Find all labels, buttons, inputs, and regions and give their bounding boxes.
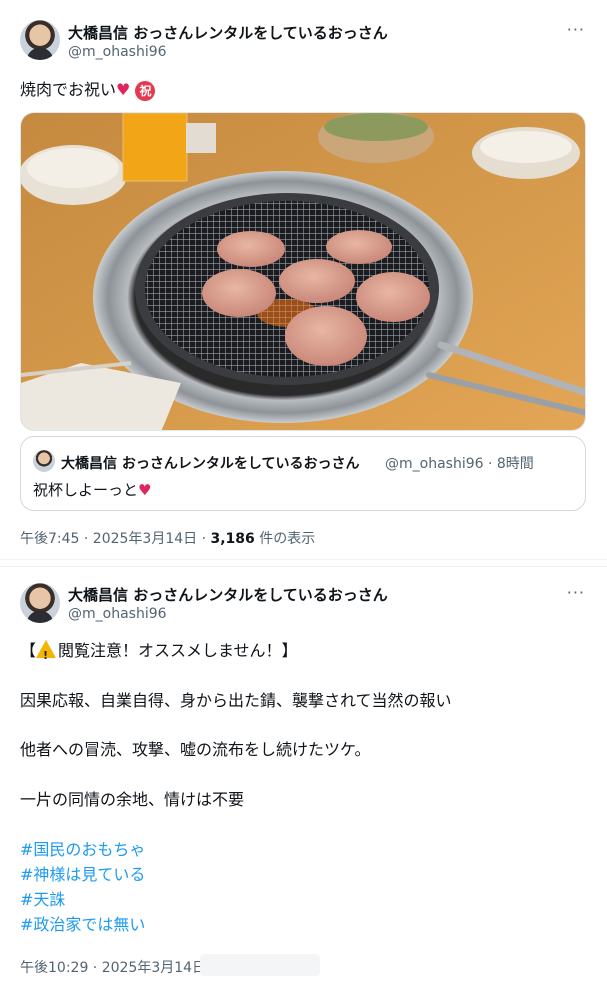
hashtag-link[interactable]: #神様は見ている bbox=[20, 863, 145, 887]
yakiniku-grill-image bbox=[21, 113, 585, 430]
blurred-area bbox=[200, 954, 320, 976]
tweet-text: 焼肉でお祝い♥ 祝 bbox=[20, 78, 156, 102]
tweet-line: 他者への冒涜、攻撃、嘘の流布をし続けたツケ。 bbox=[20, 740, 371, 759]
views-label: 件の表示 bbox=[254, 531, 316, 547]
tweet-text-body: 焼肉でお祝い bbox=[20, 80, 117, 99]
tweet-photo[interactable] bbox=[20, 112, 586, 431]
views-count: 3,186 bbox=[210, 531, 255, 547]
avatar[interactable] bbox=[20, 20, 60, 60]
quoted-text-body: 祝杯しよーっと bbox=[33, 481, 139, 499]
timestamp[interactable]: 午後7:45 · 2025年3月14日 · bbox=[20, 531, 211, 547]
timestamp[interactable]: 午後10:29 · 2025年3月14日 bbox=[20, 957, 206, 977]
quoted-tweet[interactable]: 大橋昌信 おっさんレンタルをしているおっさん @m_ohashi96 · 8時間… bbox=[20, 436, 586, 511]
user-handle[interactable]: @m_ohashi96 bbox=[68, 44, 167, 60]
quoted-avatar bbox=[33, 450, 55, 472]
heart-icon: ♥ bbox=[116, 80, 131, 99]
display-name[interactable]: 大橋昌信 おっさんレンタルをしているおっさん bbox=[68, 584, 388, 605]
tweet-card[interactable]: 大橋昌信 おっさんレンタルをしているおっさん @m_ohashi96 ··· 焼… bbox=[0, 0, 607, 560]
tweet-meta: 午後7:45 · 2025年3月14日 · 3,186 件の表示 bbox=[20, 528, 315, 548]
heart-icon: ♥ bbox=[138, 481, 152, 499]
display-name[interactable]: 大橋昌信 おっさんレンタルをしているおっさん bbox=[68, 22, 388, 43]
user-handle[interactable]: @m_ohashi96 bbox=[68, 606, 167, 622]
hashtag-link[interactable]: #天誅 bbox=[20, 888, 65, 912]
hashtag-link[interactable]: #国民のおもちゃ bbox=[20, 838, 145, 862]
tweet-line: 一片の同情の余地、情けは不要 bbox=[20, 790, 245, 809]
quoted-display-name: 大橋昌信 おっさんレンタルをしているおっさん bbox=[61, 456, 360, 472]
more-icon[interactable]: ··· bbox=[567, 20, 585, 39]
hashtag-link[interactable]: #政治家では無い bbox=[20, 913, 145, 937]
warning-text: 閲覧注意！オススメしません！】 bbox=[58, 641, 298, 660]
quoted-handle-time: @m_ohashi96 · 8時間 bbox=[385, 456, 534, 472]
warning-line: 【 閲覧注意！オススメしません！】 bbox=[20, 639, 298, 668]
more-icon[interactable]: ··· bbox=[567, 583, 585, 602]
celebration-icon: 祝 bbox=[135, 80, 156, 101]
tweet-line: 因果応報、自業自得、身から出た錆、襲撃されて当然の報い bbox=[20, 691, 452, 710]
avatar[interactable] bbox=[20, 583, 60, 623]
bracket-open: 【 bbox=[20, 641, 37, 660]
warning-icon bbox=[36, 640, 57, 668]
tweet-card[interactable]: 大橋昌信 おっさんレンタルをしているおっさん @m_ohashi96 ··· 【… bbox=[0, 566, 607, 992]
quoted-text: 祝杯しよーっと♥ bbox=[33, 479, 151, 500]
